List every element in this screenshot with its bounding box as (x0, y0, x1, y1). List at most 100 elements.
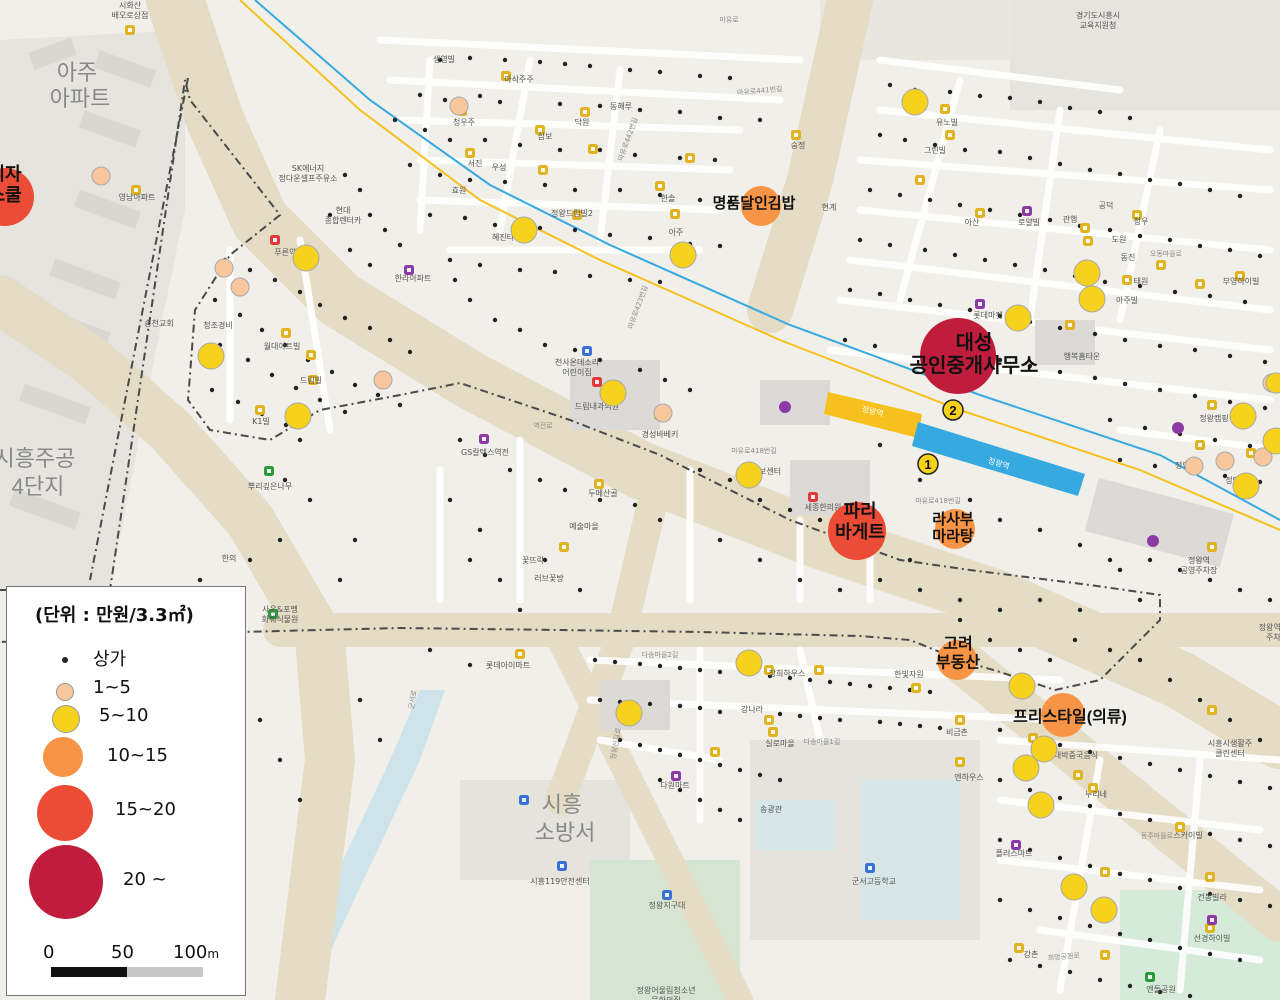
store-dot (1092, 331, 1098, 337)
store-dot (677, 155, 683, 161)
store-dot (197, 577, 203, 583)
place-pin-glyph (595, 380, 599, 384)
place-label-line: 닥원 (575, 117, 590, 127)
store-dot (357, 697, 363, 703)
place-label-line: 정다운셀프주유소 (279, 173, 338, 183)
store-dot (467, 297, 473, 303)
store-dot (1167, 237, 1173, 243)
place-pin-glyph (1076, 773, 1080, 777)
store-dot (897, 721, 903, 727)
place-label: 꽃뜨락 (522, 555, 545, 565)
store-dot (887, 242, 893, 248)
place-label-line: 송천교회 (144, 318, 173, 328)
place-pin-glyph (258, 408, 262, 412)
store-dot (637, 107, 643, 113)
place-label: 부영하이빌 (1223, 276, 1260, 286)
store-dot (677, 752, 683, 758)
place-pin-glyph (482, 437, 486, 441)
place-label: 엔돌공원 (1146, 984, 1175, 994)
place-label-line: 관행 (1063, 214, 1078, 224)
road-label: 마유로418번길 (915, 496, 961, 505)
place-pin-glyph (978, 302, 982, 306)
scale-bar (51, 967, 203, 977)
store-dot (632, 502, 638, 508)
store-dot (1047, 217, 1053, 223)
place-label: 엔하우스 (954, 772, 983, 782)
store-dot (307, 497, 313, 503)
store-dot (1027, 907, 1033, 913)
place-label: 실로마을 (765, 738, 794, 748)
place-label-line: 한빛자원 (894, 669, 923, 679)
store-dot (757, 117, 763, 123)
store-dot (467, 557, 473, 563)
store-dot (1037, 527, 1043, 533)
legend-circle-m-icon (43, 737, 83, 777)
store-dot (387, 337, 393, 343)
place-label-line: 유노빌 (936, 117, 958, 127)
store-dot (247, 557, 253, 563)
store-dot (797, 577, 803, 583)
scale-label-100-value: 100 (173, 942, 208, 963)
store-dot (727, 477, 733, 483)
highlight-label-line: 부동산 (936, 654, 980, 672)
price-circle (284, 402, 312, 430)
place-label-line: 실로마을 (765, 738, 794, 748)
place-label-line: 장희하우스 (769, 668, 806, 678)
store-dot (1237, 837, 1243, 843)
store-dot (542, 182, 548, 188)
place-label: 아주빌 (1116, 295, 1138, 305)
store-dot (1247, 443, 1253, 449)
place-pin-glyph (1125, 278, 1129, 282)
store-dot (1057, 742, 1063, 748)
store-dot (1057, 855, 1063, 861)
store-dot (872, 343, 878, 349)
store-dot (352, 537, 358, 543)
place-label: 삼보 (538, 131, 553, 141)
place-label: 닥원 (575, 117, 590, 127)
place-pin-glyph (128, 28, 132, 32)
legend-circle-s-icon (52, 705, 80, 733)
place-label-line: 한솔 (661, 194, 676, 203)
place-label-line: 클린센터 (1215, 748, 1244, 758)
place-label: 한솔 (661, 194, 676, 203)
store-dot (877, 719, 883, 725)
store-dot (1102, 279, 1108, 285)
place-label: 러브꽃방 (534, 573, 564, 583)
legend-circle-xs-icon (56, 683, 74, 701)
place-pin-glyph (713, 750, 717, 754)
store-dot (647, 701, 653, 707)
store-dot (357, 187, 363, 193)
place-label-line: 엔돌공원 (1146, 984, 1175, 994)
scale-label-50: 50 (111, 942, 134, 963)
place-label: 예술마을 (569, 521, 598, 531)
place-label-line: 경기도시흥시 (1076, 10, 1120, 20)
legend-row-3: 10~15 (7, 735, 247, 777)
place-label-line: 청조경비 (203, 320, 232, 330)
store-dot (1072, 637, 1078, 643)
store-dot (572, 187, 578, 193)
place-label-line: 월대아트빌 (264, 341, 301, 351)
place-label-line: 러브꽃방 (534, 573, 564, 583)
road-label: 동주마을로 (1141, 831, 1174, 840)
store-dot (537, 477, 543, 483)
store-dot (442, 97, 448, 103)
store-dot (922, 247, 928, 253)
store-dot (467, 177, 473, 183)
store-dot (1122, 337, 1128, 343)
price-circle (669, 241, 697, 269)
store-dot (717, 762, 723, 768)
station-exit-1[interactable]: 1 (917, 453, 939, 475)
place-pin-glyph (1103, 953, 1107, 957)
station-exit-2[interactable]: 2 (942, 399, 964, 421)
store-dot (329, 369, 335, 375)
store-dot (637, 661, 643, 667)
store-dot (1117, 755, 1123, 761)
store-dot (1067, 969, 1073, 975)
store-dot (997, 607, 1003, 613)
place-label-line: 부영하이빌 (1223, 276, 1260, 286)
place-label: 관행 (1063, 214, 1078, 224)
store-dot (837, 717, 843, 723)
store-dot (1037, 963, 1043, 969)
place-label-line: 누리네 (1085, 790, 1107, 799)
store-dot (857, 237, 863, 243)
